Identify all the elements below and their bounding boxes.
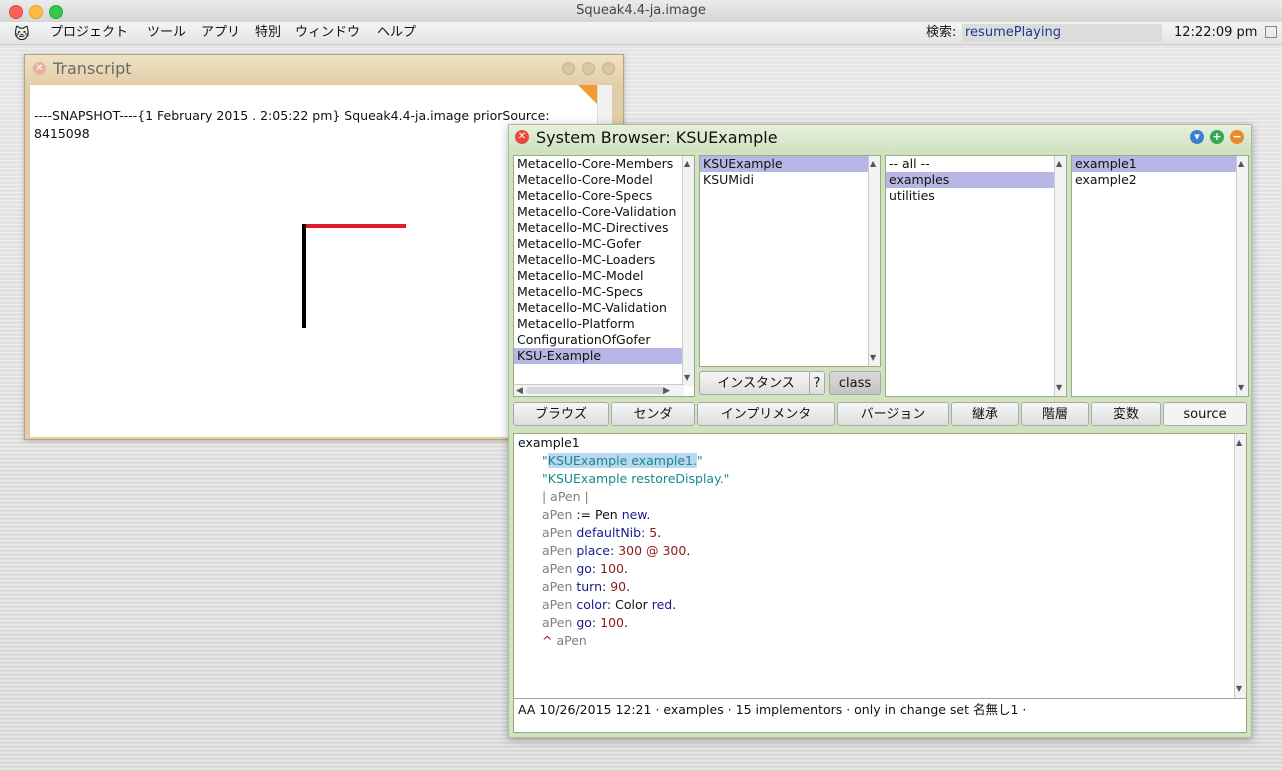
hierarchy-button[interactable]: 階層	[1021, 402, 1089, 426]
code-vscroll[interactable]: ▲ ▼	[1234, 434, 1246, 698]
inheritance-button[interactable]: 継承	[951, 402, 1019, 426]
menu-extras[interactable]: 特別	[255, 22, 281, 44]
package-item[interactable]: Metacello-Platform	[514, 316, 694, 332]
browser-title: System Browser: KSUExample	[536, 128, 778, 147]
package-hscroll[interactable]: ◀ ▶	[514, 384, 684, 396]
status-bar: AA 10/26/2015 12:21 · examples · 15 impl…	[513, 699, 1247, 733]
close-window-icon[interactable]	[9, 5, 23, 19]
pen-line-black	[302, 224, 306, 328]
package-item[interactable]: Metacello-Core-Specs	[514, 188, 694, 204]
protocol-item[interactable]: -- all --	[886, 156, 1066, 172]
package-item[interactable]: ConfigurationOfGofer	[514, 332, 694, 348]
class-button[interactable]: class	[829, 371, 881, 395]
squeak-menubar: 🐱 プロジェクト ツール アプリ 特別 ウィンドウ ヘルプ 検索: resume…	[0, 22, 1282, 45]
package-item[interactable]: Metacello-MC-Gofer	[514, 236, 694, 252]
protocol-item[interactable]: examples	[886, 172, 1066, 188]
help-button[interactable]: ?	[809, 371, 825, 395]
expand-icon[interactable]: +	[1210, 130, 1224, 144]
zoom-window-icon[interactable]	[49, 5, 63, 19]
fullscreen-icon[interactable]	[1265, 26, 1277, 38]
class-item[interactable]: KSUExample	[700, 156, 880, 172]
code-comment: "KSUExample restoreDisplay."	[542, 471, 730, 486]
code-pane[interactable]: example1 "KSUExample example1." "KSUExam…	[513, 433, 1247, 699]
package-item[interactable]: Metacello-Core-Model	[514, 172, 694, 188]
method-item[interactable]: example1	[1072, 156, 1248, 172]
package-item[interactable]: Metacello-Core-Validation	[514, 204, 694, 220]
package-item[interactable]: Metacello-MC-Specs	[514, 284, 694, 300]
class-vscroll[interactable]: ▲ ▼	[868, 156, 880, 366]
expand-icon[interactable]	[602, 62, 615, 75]
browser-titlebar[interactable]: ✕ System Browser: KSUExample ▾ + −	[509, 125, 1251, 151]
implementors-button[interactable]: インプリメンタ	[697, 402, 835, 426]
code-line: aPen turn: 90.	[542, 579, 631, 594]
method-list[interactable]: example1 example2 ▲ ▼	[1071, 155, 1249, 397]
protocol-item[interactable]: utilities	[886, 188, 1066, 204]
menu-icon[interactable]	[562, 62, 575, 75]
code-line: aPen := Pen new.	[542, 507, 651, 522]
method-vscroll[interactable]: ▲ ▼	[1236, 156, 1248, 396]
method-item[interactable]: example2	[1072, 172, 1248, 188]
method-header: example1	[518, 435, 580, 450]
code-comment: "KSUExample example1."	[542, 453, 703, 468]
package-vscroll[interactable]: ▲ ▼	[682, 156, 694, 386]
browse-button[interactable]: ブラウズ	[513, 402, 609, 426]
source-button[interactable]: source	[1163, 402, 1247, 426]
protocol-list[interactable]: -- all -- examples utilities ▲ ▼	[885, 155, 1067, 397]
code-line: aPen go: 100.	[542, 561, 628, 576]
menu-project[interactable]: プロジェクト	[50, 22, 128, 44]
search-label: 検索:	[926, 25, 957, 40]
menu-help[interactable]: ヘルプ	[377, 22, 416, 44]
senders-button[interactable]: センダ	[611, 402, 695, 426]
instance-button[interactable]: インスタンス	[699, 371, 813, 395]
menu-apps[interactable]: アプリ	[201, 22, 240, 44]
squeak-logo-icon[interactable]: 🐱	[14, 23, 30, 45]
package-item[interactable]: KSU-Example	[514, 348, 694, 364]
package-item[interactable]: Metacello-MC-Model	[514, 268, 694, 284]
package-item[interactable]: Metacello-MC-Validation	[514, 300, 694, 316]
code-line: aPen color: Color red.	[542, 597, 677, 612]
menu-tools[interactable]: ツール	[147, 22, 186, 44]
code-return: ^ aPen	[542, 633, 587, 648]
class-item[interactable]: KSUMidi	[700, 172, 880, 188]
protocol-vscroll[interactable]: ▲ ▼	[1054, 156, 1066, 396]
variables-button[interactable]: 変数	[1091, 402, 1161, 426]
versions-button[interactable]: バージョン	[837, 402, 949, 426]
menu-windows[interactable]: ウィンドウ	[295, 22, 360, 44]
code-line: aPen defaultNib: 5.	[542, 525, 662, 540]
collapse-icon[interactable]: −	[1230, 130, 1244, 144]
code-line: aPen go: 100.	[542, 615, 628, 630]
package-item[interactable]: Metacello-Core-Members	[514, 156, 694, 172]
transcript-titlebar[interactable]: ✕ Transcript	[25, 55, 623, 83]
package-item[interactable]: Metacello-MC-Directives	[514, 220, 694, 236]
pen-line-red	[302, 224, 406, 228]
collapse-icon[interactable]	[582, 62, 595, 75]
package-list[interactable]: Metacello-Core-Members Metacello-Core-Mod…	[513, 155, 695, 397]
app-titlebar: Squeak4.4-ja.image	[0, 0, 1282, 23]
code-line: aPen place: 300 @ 300.	[542, 543, 691, 558]
transcript-title: Transcript	[53, 59, 132, 78]
clock: 12:22:09 pm	[1174, 25, 1258, 40]
close-icon[interactable]: ✕	[515, 130, 529, 144]
package-item[interactable]: Metacello-MC-Loaders	[514, 252, 694, 268]
search-input[interactable]: resumePlaying	[962, 24, 1162, 42]
minimize-window-icon[interactable]	[29, 5, 43, 19]
system-browser-window: ✕ System Browser: KSUExample ▾ + − Metac…	[508, 124, 1252, 738]
menu-icon[interactable]: ▾	[1190, 130, 1204, 144]
class-list[interactable]: KSUExample KSUMidi ▲ ▼	[699, 155, 881, 367]
app-title: Squeak4.4-ja.image	[576, 3, 706, 18]
code-temps: | aPen |	[542, 489, 589, 504]
close-icon[interactable]: ✕	[33, 62, 46, 75]
